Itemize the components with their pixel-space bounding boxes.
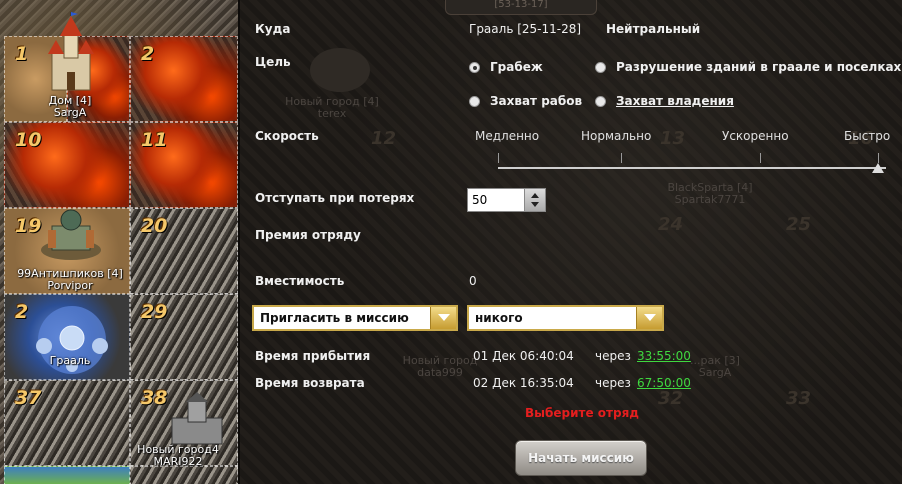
city-label: Новый город4 MARI922 <box>118 444 238 468</box>
ghost-number: 24 <box>658 214 684 235</box>
speed-slow[interactable]: Медленно <box>475 129 539 143</box>
city-label: Дом [4] SargA <box>0 95 140 119</box>
arrival-label: Время прибытия <box>255 349 371 363</box>
map-tile[interactable]: 11 <box>130 122 238 208</box>
city-name: Грааль <box>49 354 91 367</box>
map-tile[interactable] <box>130 466 238 484</box>
city-owner: MARI922 <box>153 455 203 468</box>
fortress-icon[interactable] <box>38 200 104 262</box>
ghost-number: 12 <box>371 128 397 149</box>
invite-who-value: никого <box>475 311 523 325</box>
city-owner: Porvipor <box>47 279 93 292</box>
slider-tick <box>621 153 622 163</box>
capacity-label: Вместимость <box>255 274 345 288</box>
goal-capture-link[interactable]: Захват владения <box>616 94 734 108</box>
status-value: Нейтральный <box>606 22 701 36</box>
return-date: 02 Дек 16:35:04 <box>473 376 574 390</box>
speed-label: Скорость <box>255 129 319 143</box>
return-via: через <box>595 376 631 390</box>
map-tile[interactable]: 37 <box>4 380 130 466</box>
speed-fast[interactable]: Ускоренно <box>722 129 789 143</box>
goal-slaves-label[interactable]: Захват рабов <box>490 94 582 108</box>
map-tile[interactable]: 10 <box>4 122 130 208</box>
arrival-via: через <box>595 349 631 363</box>
return-duration-link[interactable]: 67:50:00 <box>637 376 691 390</box>
ghost-city-label: Новый город [4] terex <box>262 96 402 120</box>
tile-number: 29 <box>141 301 168 323</box>
invite-dropdown-value: Пригласить в миссию <box>260 311 409 325</box>
map-tile[interactable]: 2 <box>130 36 238 122</box>
slider-tick <box>498 153 499 163</box>
goal-destroy-label[interactable]: Разрушение зданий в граале и поселках <box>616 60 901 74</box>
invite-who-dropdown[interactable]: никого <box>467 305 664 331</box>
city-owner: SargA <box>53 106 87 119</box>
ghost-city-owner: Spartak7771 <box>674 193 746 206</box>
map-tile[interactable]: 29 <box>130 294 238 380</box>
castle-icon[interactable] <box>40 12 102 94</box>
city-icon[interactable] <box>164 392 230 448</box>
retreat-stepper[interactable] <box>467 188 546 212</box>
tile-number: 37 <box>15 387 42 409</box>
city-label: 99Антишпиков [4] Porvipor <box>0 268 140 292</box>
goal-label: Цель <box>255 55 291 69</box>
map-tile[interactable]: 20 <box>130 208 238 294</box>
city-label: Грааль <box>0 355 140 367</box>
slider-tick <box>878 153 879 163</box>
return-label: Время возврата <box>255 376 365 390</box>
tile-number: 1 <box>15 43 29 65</box>
goal-slaves-radio[interactable] <box>469 96 480 107</box>
ghost-number: 33 <box>786 388 812 409</box>
stepper-up-icon[interactable] <box>531 193 539 198</box>
mission-dialog: [53-13-17] Новый город [4] terex BlackSp… <box>238 0 902 484</box>
stepper-down-icon[interactable] <box>531 202 539 207</box>
tile-number: 11 <box>141 129 168 151</box>
goal-plunder-radio[interactable] <box>469 62 480 73</box>
ghost-city-label: BlackSparta [4] Spartak7771 <box>640 182 780 206</box>
world-map[interactable]: 1 2 10 11 19 20 2 29 37 38 Дом [4] SargA… <box>0 0 238 484</box>
where-label: Куда <box>255 22 291 36</box>
slider-tick <box>760 153 761 163</box>
ghost-number: 25 <box>786 214 812 235</box>
error-message: Выберите отряд <box>525 406 639 420</box>
capacity-value: 0 <box>469 274 477 288</box>
retreat-input[interactable] <box>472 192 524 208</box>
speed-fastest[interactable]: Быстро <box>844 129 890 143</box>
ghost-castle-icon <box>310 48 370 92</box>
tile-number: 2 <box>141 43 155 65</box>
bounty-label: Премия отряду <box>255 228 361 242</box>
goal-destroy-radio[interactable] <box>595 62 606 73</box>
ghost-number: 13 <box>660 128 686 149</box>
goal-capture-radio[interactable] <box>595 96 606 107</box>
arrival-date: 01 Дек 06:40:04 <box>473 349 574 363</box>
header-coords: [53-13-17] <box>445 0 597 15</box>
start-mission-button[interactable]: Начать миссию <box>515 440 647 476</box>
tile-number: 10 <box>15 129 42 151</box>
tile-number: 20 <box>141 215 168 237</box>
chevron-down-icon[interactable] <box>430 307 456 329</box>
invite-dropdown[interactable]: Пригласить в миссию <box>252 305 458 331</box>
retreat-label: Отступать при потерях <box>255 191 415 205</box>
map-tile[interactable] <box>4 466 130 484</box>
goal-plunder-label[interactable]: Грабеж <box>490 60 543 74</box>
destination-value: Грааль [25-11-28] <box>469 22 582 36</box>
speed-slider-thumb[interactable] <box>872 163 884 173</box>
speed-normal[interactable]: Нормально <box>581 129 651 143</box>
arrival-duration-link[interactable]: 33:55:00 <box>637 349 691 363</box>
ghost-city-owner: terex <box>317 107 347 120</box>
ghost-number: 32 <box>658 388 684 409</box>
chevron-down-icon[interactable] <box>636 307 662 329</box>
stepper-buttons <box>524 189 545 211</box>
speed-slider-track[interactable] <box>498 167 886 169</box>
